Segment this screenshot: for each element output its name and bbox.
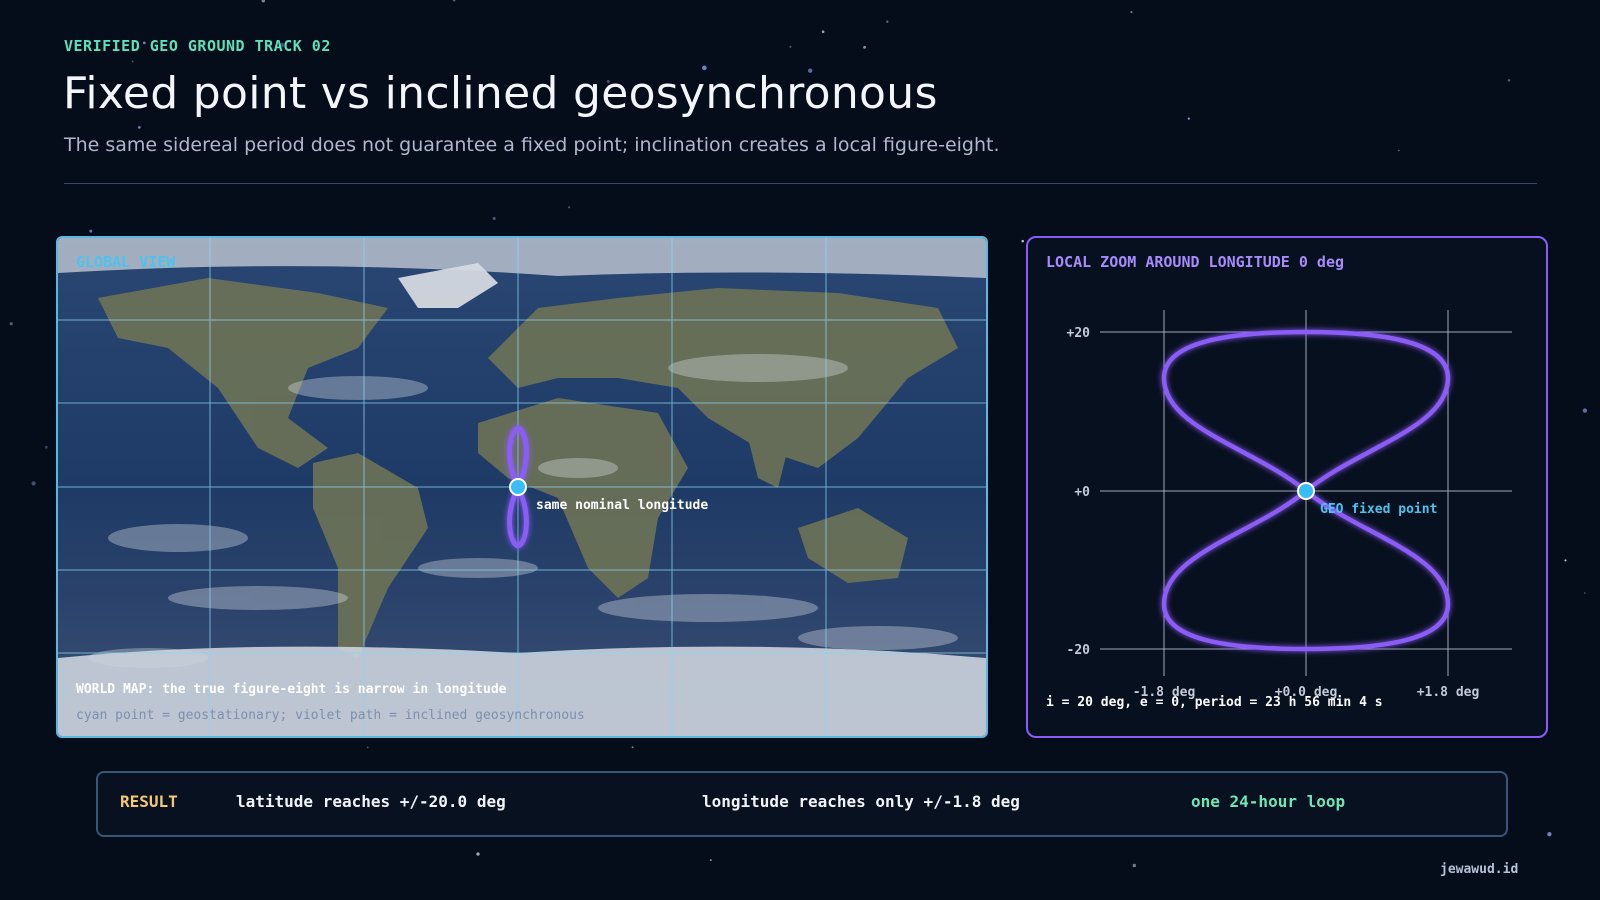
star-dot [567,206,571,209]
y-tick-label: +20 [1067,326,1091,341]
star-dot [631,746,634,749]
orbit-parameters: i = 20 deg, e = 0, period = 23 h 56 min … [1046,695,1383,710]
star-dot [1398,149,1400,152]
global-view-panel: same nominal longitude GLOBAL VIEW WORLD… [56,236,988,738]
page-title: Fixed point vs inclined geosynchronous [63,68,938,119]
star-dot [1187,117,1190,120]
result-loop: one 24-hour loop [1191,792,1346,811]
world-map: same nominal longitude [58,238,986,736]
star-dot [476,852,480,856]
star-dot [31,481,36,486]
star-dot [1507,79,1511,82]
star-dot [886,20,889,23]
local-zoom-panel: LOCAL ZOOM AROUND LONGITUDE 0 deg +20 +0… [1026,236,1548,738]
fixed-point-label: GEO fixed point [1320,502,1437,517]
star-dot [1564,559,1567,562]
point-label: same nominal longitude [536,498,708,513]
global-view-label: GLOBAL VIEW [76,253,176,271]
x-tick-label: +1.8 deg [1417,685,1480,700]
star-dot [44,445,48,449]
star-dot [1547,832,1552,837]
star-dot [492,216,496,220]
star-dot [1582,408,1588,413]
star-dot [89,229,93,233]
star-dot [131,60,134,63]
star-dot [709,859,712,862]
kicker-label: VERIFIED GEO GROUND TRACK 02 [64,37,331,55]
local-zoom-plot: +20 +0 -20 -1.8 deg +0.0 deg +1.8 deg GE… [1046,310,1512,710]
result-longitude: longitude reaches only +/-1.8 deg [702,792,1020,811]
header-divider [64,183,1537,184]
result-latitude: latitude reaches +/-20.0 deg [236,792,506,811]
star-dot [261,0,266,3]
map-footnote-primary: WORLD MAP: the true figure-eight is narr… [76,682,507,697]
map-footnote-secondary: cyan point = geostationary; violet path … [76,708,585,723]
star-dot [863,45,867,49]
star-dot [366,746,369,749]
result-tag: RESULT [120,792,178,811]
footer-credit: jewawud.id [1440,862,1519,877]
star-dot [1132,863,1137,868]
star-dot [9,322,13,326]
y-tick-label: +0 [1074,485,1090,500]
star-dot [1130,11,1133,14]
star-dot [789,45,792,48]
star-dot [1021,239,1024,243]
star-dot [821,30,825,33]
star-dot [452,0,456,2]
result-bar: RESULT latitude reaches +/-20.0 deg long… [96,771,1508,837]
cyan-dot-icon [509,478,527,496]
page-subtitle: The same sidereal period does not guaran… [64,134,1000,156]
star-dot [138,126,141,129]
geo-fixed-point-dot [1297,482,1315,500]
star-dot [1583,592,1586,594]
y-tick-label: -20 [1067,643,1091,658]
